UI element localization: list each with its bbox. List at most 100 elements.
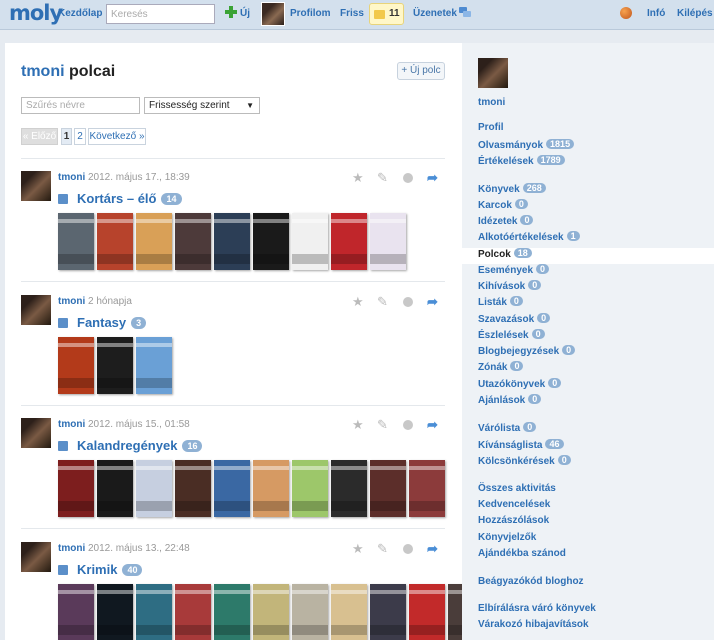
book-cover[interactable] [370, 460, 406, 517]
search-input[interactable] [106, 4, 215, 24]
page-owner[interactable]: tmoni [21, 63, 65, 80]
sidebar-item-15[interactable]: Utazókönyvek 0 [478, 378, 562, 390]
book-cover[interactable] [175, 460, 211, 517]
sidebar-item-26[interactable]: Elbírálásra váró könyvek [478, 603, 596, 614]
sidebar-item-0[interactable]: Profil [478, 122, 504, 133]
sidebar-item-10[interactable]: Listák 0 [478, 296, 523, 308]
shelf-title-text[interactable]: Krimik [77, 562, 117, 577]
pager-next[interactable]: Következő » [88, 128, 146, 145]
shelf-user[interactable]: tmoni [58, 543, 85, 554]
share-arrow-icon[interactable]: ➦ [427, 295, 438, 308]
pencil-icon[interactable]: ✎ [377, 295, 388, 308]
book-cover[interactable] [58, 584, 94, 640]
shelf-user[interactable]: tmoni [58, 296, 85, 307]
sidebar-item-4[interactable]: Karcok 0 [478, 199, 528, 211]
sidebar-item-2[interactable]: Értékelések 1789 [478, 155, 565, 167]
sidebar-item-27[interactable]: Várakozó hibajavítások [478, 619, 589, 630]
book-cover[interactable] [292, 584, 328, 640]
new-link[interactable]: Új [240, 8, 250, 19]
avatar[interactable] [21, 542, 51, 572]
pager-page-2[interactable]: 2 [74, 128, 86, 145]
sidebar-item-22[interactable]: Hozzászólások [478, 515, 549, 526]
shelf-title[interactable]: Krimik 40 [77, 562, 143, 577]
star-icon[interactable]: ★ [352, 542, 364, 555]
star-icon[interactable]: ★ [352, 295, 364, 308]
messages-link[interactable]: Üzenetek [413, 8, 457, 19]
share-arrow-icon[interactable]: ➦ [427, 542, 438, 555]
sidebar-item-14[interactable]: Zónák 0 [478, 361, 524, 373]
book-cover[interactable] [292, 213, 328, 270]
sort-select[interactable]: Frissesség szerint ▼ [144, 97, 260, 114]
book-cover[interactable] [58, 460, 94, 517]
sidebar-item-16[interactable]: Ajánlások 0 [478, 394, 542, 406]
filter-input[interactable] [21, 97, 140, 114]
sidebar-item-21[interactable]: Kedvencelések [478, 499, 550, 510]
settings-dot-icon[interactable] [403, 544, 413, 554]
avatar[interactable] [478, 58, 508, 88]
book-cover[interactable] [97, 584, 133, 640]
sidebar-item-8[interactable]: Események 0 [478, 264, 550, 276]
star-icon[interactable]: ★ [352, 418, 364, 431]
book-cover[interactable] [370, 584, 406, 640]
book-cover[interactable] [292, 460, 328, 517]
pencil-icon[interactable]: ✎ [377, 171, 388, 184]
sidebar-item-13[interactable]: Blogbejegyzések 0 [478, 345, 576, 357]
avatar[interactable] [21, 171, 51, 201]
shelf-title-text[interactable]: Kalandregények [77, 438, 177, 453]
pencil-icon[interactable]: ✎ [377, 418, 388, 431]
star-icon[interactable]: ★ [352, 171, 364, 184]
book-cover[interactable] [331, 460, 367, 517]
shelf-title[interactable]: Kortárs – élő 14 [77, 191, 182, 206]
book-cover[interactable] [136, 584, 172, 640]
sidebar-item-24[interactable]: Ajándékba szánod [478, 548, 566, 559]
book-cover[interactable] [214, 584, 250, 640]
pager-page-1[interactable]: 1 [61, 128, 72, 145]
sidebar-item-1[interactable]: Olvasmányok 1815 [478, 139, 575, 151]
book-cover[interactable] [97, 460, 133, 517]
book-cover[interactable] [58, 213, 94, 270]
shelf-title[interactable]: Kalandregények 16 [77, 438, 203, 453]
sidebar-item-5[interactable]: Idézetek 0 [478, 215, 534, 227]
shelf-user[interactable]: tmoni [58, 419, 85, 430]
ball-icon[interactable] [620, 7, 632, 19]
logout-link[interactable]: Kilépés [677, 8, 713, 19]
new-shelf-button[interactable]: + Új polc [397, 62, 445, 80]
sidebar-item-20[interactable]: Összes aktivitás [478, 483, 556, 494]
book-cover[interactable] [409, 584, 445, 640]
plus-icon[interactable] [225, 6, 237, 18]
info-link[interactable]: Infó [647, 8, 665, 19]
book-cover[interactable] [331, 213, 367, 270]
sidebar-item-23[interactable]: Könyvjelzők [478, 532, 536, 543]
book-cover[interactable] [409, 460, 445, 517]
book-cover[interactable] [97, 213, 133, 270]
book-cover[interactable] [97, 337, 133, 394]
sidebar-item-12[interactable]: Észlelések 0 [478, 329, 545, 341]
sidebar-item-11[interactable]: Szavazások 0 [478, 313, 551, 325]
avatar[interactable] [21, 295, 51, 325]
book-cover[interactable] [253, 460, 289, 517]
fresh-link[interactable]: Friss [340, 8, 364, 19]
shelf-title-text[interactable]: Fantasy [77, 315, 126, 330]
sidebar-item-18[interactable]: Kívánságlista 46 [478, 439, 564, 451]
book-cover[interactable] [58, 337, 94, 394]
sidebar-item-6[interactable]: Alkotóértékelések 1 [478, 231, 580, 243]
book-cover[interactable] [331, 584, 367, 640]
book-cover[interactable] [370, 213, 406, 270]
avatar[interactable] [261, 2, 285, 26]
book-cover[interactable] [253, 213, 289, 270]
sidebar-item-19[interactable]: Kölcsönkérések 0 [478, 455, 571, 467]
shelf-title[interactable]: Fantasy 3 [77, 315, 147, 330]
book-cover[interactable] [136, 460, 172, 517]
sidebar-item-9[interactable]: Kihívások 0 [478, 280, 542, 292]
book-cover[interactable] [175, 213, 211, 270]
sidebar-item-25[interactable]: Beágyazókód bloghoz [478, 576, 584, 587]
shelf-title-text[interactable]: Kortárs – élő [77, 191, 156, 206]
book-cover[interactable] [136, 337, 172, 394]
sidebar-item-3[interactable]: Könyvek 268 [478, 183, 546, 195]
sidebar-item-7[interactable]: Polcok 18 [478, 248, 532, 260]
moly-logo[interactable]: moly [9, 1, 63, 25]
settings-dot-icon[interactable] [403, 420, 413, 430]
book-cover[interactable] [175, 584, 211, 640]
share-arrow-icon[interactable]: ➦ [427, 418, 438, 431]
sidebar-username[interactable]: tmoni [478, 97, 505, 108]
